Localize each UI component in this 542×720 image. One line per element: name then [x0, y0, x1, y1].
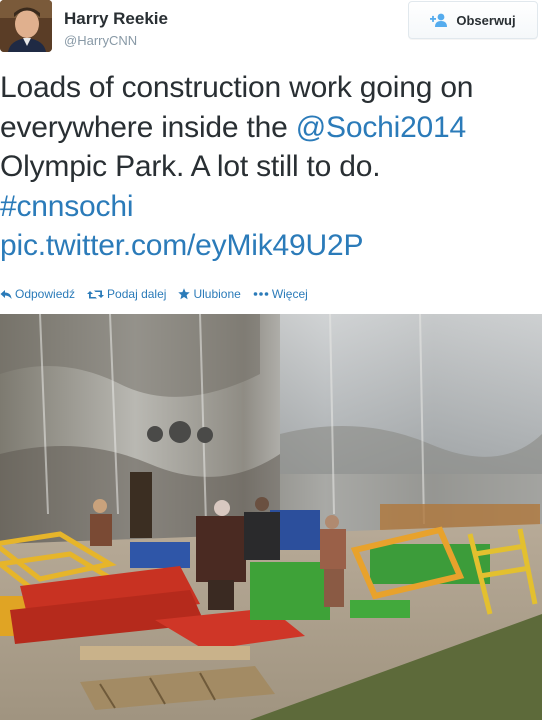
mention-link[interactable]: @Sochi2014: [296, 111, 466, 144]
favorite-action[interactable]: Ulubione: [178, 287, 241, 301]
hashtag-link[interactable]: #cnnsochi: [0, 190, 133, 223]
star-icon: [178, 288, 191, 300]
tweet-text-line: #cnnsochi: [0, 187, 540, 227]
tweet-actions: Odpowiedź Podaj dalej Ulubione Więcej: [0, 284, 320, 304]
tweet-photo[interactable]: [0, 314, 542, 720]
more-action[interactable]: Więcej: [253, 287, 308, 301]
photo-construction-site-icon: [0, 314, 542, 720]
reply-icon: [0, 289, 12, 299]
retweet-action[interactable]: Podaj dalej: [87, 287, 166, 301]
author-display-name[interactable]: Harry Reekie: [64, 9, 168, 29]
more-label: Więcej: [271, 287, 308, 301]
follow-button-label: Obserwuj: [456, 12, 516, 28]
retweet-icon: [87, 290, 105, 298]
more-dots-icon: [253, 292, 269, 296]
tweet-text-line: everywhere inside the @Sochi2014: [0, 108, 540, 148]
favorite-label: Ulubione: [193, 287, 241, 301]
tweet-text-line: pic.twitter.com/eyMik49U2P: [0, 226, 540, 266]
reply-action[interactable]: Odpowiedź: [0, 287, 75, 301]
author-screen-name[interactable]: @HarryCNN: [64, 33, 137, 48]
follow-button[interactable]: Obserwuj: [408, 1, 538, 39]
text-segment: Loads of construction work going on: [0, 71, 474, 104]
tweet-header: Harry Reekie @HarryCNN Obserwuj: [0, 0, 542, 60]
profile-photo-icon: [0, 0, 52, 52]
tweet-text-line: Olympic Park. A lot still to do.: [0, 147, 540, 187]
avatar[interactable]: [0, 0, 52, 52]
tweet-text-line: Loads of construction work going on: [0, 68, 540, 108]
reply-label: Odpowiedź: [15, 287, 76, 301]
text-segment: Olympic Park. A lot still to do.: [0, 150, 381, 183]
tweet-text: Loads of construction work going on ever…: [0, 68, 540, 266]
add-user-icon: [430, 13, 448, 27]
text-segment: everywhere inside the: [0, 110, 296, 144]
picture-link[interactable]: pic.twitter.com/eyMik49U2P: [0, 229, 363, 262]
retweet-label: Podaj dalej: [107, 287, 167, 301]
